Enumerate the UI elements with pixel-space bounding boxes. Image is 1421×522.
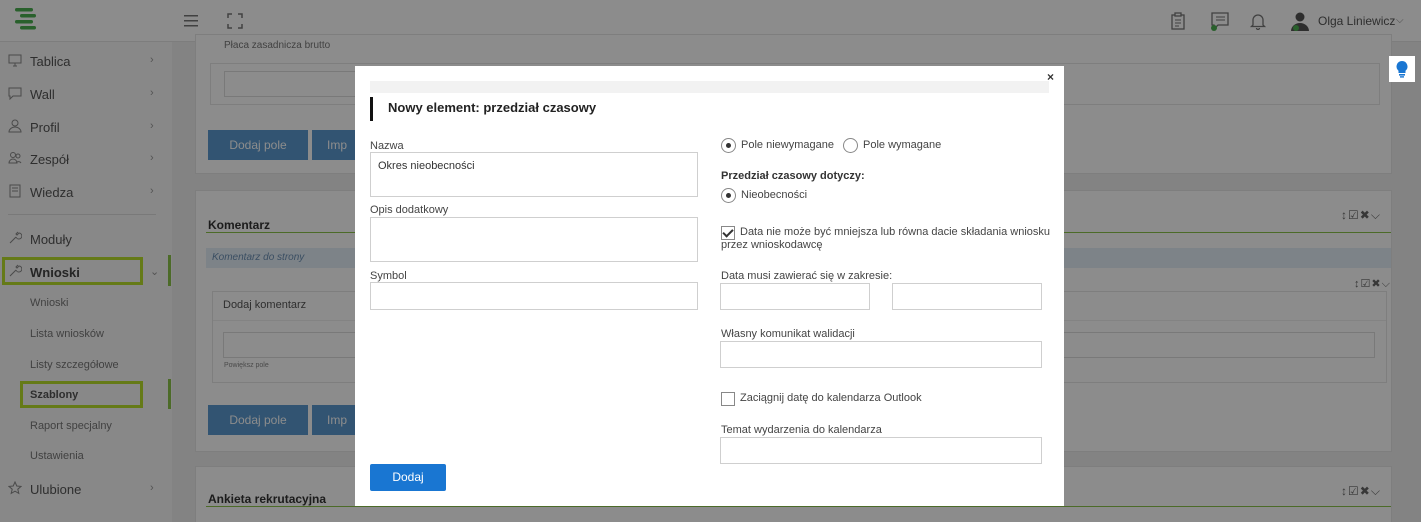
date-validation-checkbox[interactable]: [721, 226, 735, 240]
radio-optional-label[interactable]: Pole niewymagane: [741, 139, 834, 151]
validation-message-input[interactable]: [720, 341, 1042, 368]
outlook-checkbox[interactable]: [721, 392, 735, 406]
description-label: Opis dodatkowy: [370, 204, 449, 216]
new-element-modal: × Nowy element: przedział czasowy Nazwa …: [355, 66, 1064, 506]
date-validation-label-2[interactable]: przez wnioskodawcę: [721, 239, 823, 251]
validation-message-label: Własny komunikat walidacji: [721, 328, 855, 340]
name-input[interactable]: Okres nieobecności: [370, 152, 698, 197]
range-from-input[interactable]: [720, 283, 870, 310]
description-input[interactable]: [370, 217, 698, 262]
range-label: Data musi zawierać się w zakresie:: [721, 270, 893, 282]
date-validation-label-1[interactable]: Data nie może być mniejsza lub równa dac…: [740, 226, 1050, 238]
lightbulb-icon: [1396, 61, 1408, 78]
modal-header-strip: [370, 81, 1049, 93]
symbol-input[interactable]: [370, 282, 698, 310]
event-subject-label: Temat wydarzenia do kalendarza: [721, 424, 882, 436]
title-accent: [370, 97, 373, 121]
event-subject-input[interactable]: [720, 437, 1042, 464]
modal-title: Nowy element: przedział czasowy: [388, 100, 597, 115]
tips-button[interactable]: [1389, 56, 1415, 82]
radio-absence-label[interactable]: Nieobecności: [741, 189, 807, 201]
range-concerns-label: Przedział czasowy dotyczy:: [721, 170, 865, 182]
radio-optional[interactable]: [721, 138, 736, 153]
name-label: Nazwa: [370, 140, 404, 152]
radio-required[interactable]: [843, 138, 858, 153]
radio-required-label[interactable]: Pole wymagane: [863, 139, 941, 151]
symbol-label: Symbol: [370, 270, 407, 282]
outlook-label[interactable]: Zaciągnij datę do kalendarza Outlook: [740, 392, 922, 404]
range-to-input[interactable]: [892, 283, 1042, 310]
add-button[interactable]: Dodaj: [370, 464, 446, 491]
radio-absence[interactable]: [721, 188, 736, 203]
